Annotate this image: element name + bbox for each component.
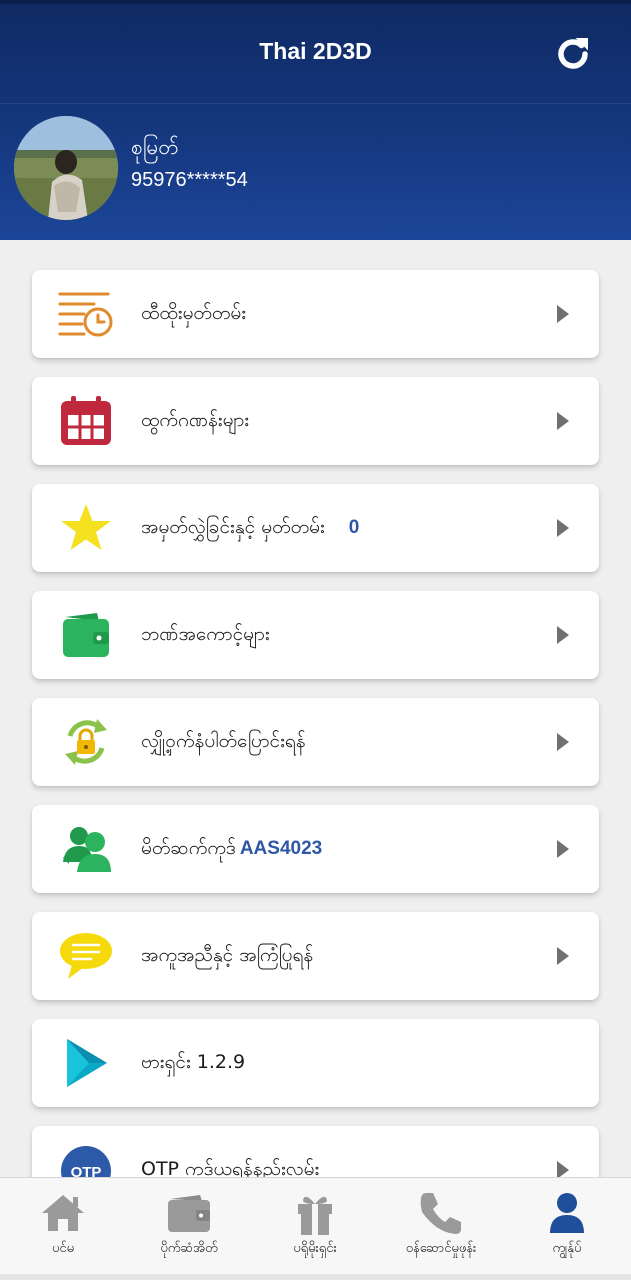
version-label: ဗားရှင်း 1.2.9 — [141, 1051, 246, 1073]
chevron-right-icon — [557, 947, 569, 965]
menu-item-label: ဘဏ်အကောင့်များ — [141, 623, 270, 645]
menu-item-label: ထီထိုးမှတ်တမ်း — [141, 302, 247, 324]
nav-service-phone[interactable]: ဝန်ဆောင်မှုဖုန်း — [378, 1178, 504, 1280]
nav-promotion[interactable]: ပရိုမိုးရှင်း — [252, 1178, 378, 1280]
nav-label: ဝန်ဆောင်မှုဖုန်း — [405, 1241, 477, 1256]
chevron-right-icon — [557, 733, 569, 751]
refresh-icon[interactable] — [552, 33, 594, 75]
app-title: Thai 2D3D — [259, 38, 372, 64]
menu-item-text: မိတ်ဆက်ကုဒ် — [141, 837, 236, 859]
home-indicator-bar — [0, 1274, 631, 1280]
users-icon — [58, 823, 114, 875]
calendar-icon — [58, 395, 114, 447]
user-name: စုမြတ် — [131, 135, 179, 159]
menu-item-label: အမှတ်လွှဲခြင်းနှင့် မှတ်တမ်း 0 — [141, 515, 359, 543]
wallet-icon — [58, 609, 114, 661]
nav-label: ပင်မ — [51, 1241, 75, 1256]
menu-item-version[interactable]: ဗားရှင်း 1.2.9 — [32, 1019, 599, 1107]
star-icon — [58, 502, 114, 554]
nav-wallet[interactable]: ပိုက်ဆံအိတ် — [126, 1178, 252, 1280]
menu-item-point-transfer[interactable]: အမှတ်လွှဲခြင်းနှင့် မှတ်တမ်း 0 — [32, 484, 599, 572]
user-phone: 95976*****54 — [131, 169, 248, 191]
menu-item-help-feedback[interactable]: အကူအညီနှင့် အကြံပြုရန် — [32, 912, 599, 1000]
chevron-right-icon — [557, 412, 569, 430]
user-icon — [542, 1190, 592, 1236]
chat-icon — [58, 930, 114, 982]
menu-item-referral-code[interactable]: မိတ်ဆက်ကုဒ် AAS4023 — [32, 805, 599, 893]
menu-item-label: ထွက်ဂဏန်းများ — [141, 409, 250, 431]
nav-home[interactable]: ပင်မ — [0, 1178, 126, 1280]
menu-item-change-password[interactable]: လျှို့ဝှက်နံပါတ်ပြောင်းရန် — [32, 698, 599, 786]
nav-label: ပိုက်ဆံအိတ် — [160, 1241, 218, 1256]
bottom-navigation: ပင်မ ပိုက်ဆံအိတ် ပရိုမိုးရှင်း ဝန်ဆောင်မ… — [0, 1177, 631, 1280]
status-strip — [0, 0, 631, 4]
chevron-right-icon — [557, 305, 569, 323]
menu-item-label: အကူအညီနှင့် အကြံပြုရန် — [141, 944, 314, 966]
lock-refresh-icon — [58, 716, 114, 768]
point-count-badge: 0 — [348, 517, 360, 538]
menu-item-results[interactable]: ထွက်ဂဏန်းများ — [32, 377, 599, 465]
menu-item-label: မိတ်ဆက်ကုဒ် AAS4023 — [141, 836, 322, 864]
referral-code: AAS4023 — [239, 838, 323, 859]
chevron-right-icon — [557, 519, 569, 537]
chevron-right-icon — [557, 840, 569, 858]
menu-item-text: အမှတ်လွှဲခြင်းနှင့် မှတ်တမ်း — [141, 516, 325, 538]
menu-item-bank-accounts[interactable]: ဘဏ်အကောင့်များ — [32, 591, 599, 679]
avatar[interactable] — [14, 116, 118, 220]
gift-icon — [290, 1190, 340, 1236]
nav-label: ပရိုမိုးရှင်း — [293, 1241, 337, 1256]
menu-item-bet-history[interactable]: ထီထိုးမှတ်တမ်း — [32, 270, 599, 358]
nav-profile[interactable]: ကျွန်ုပ် — [504, 1178, 630, 1280]
header-divider — [0, 103, 631, 104]
phone-icon — [416, 1190, 466, 1236]
clock-list-icon — [58, 288, 114, 340]
chevron-right-icon — [557, 626, 569, 644]
play-icon — [58, 1037, 114, 1089]
menu-item-label: လျှို့ဝှက်နံပါတ်ပြောင်းရန် — [141, 730, 306, 752]
home-icon — [38, 1190, 88, 1236]
app-header: Thai 2D3D စုမြတ် 95976*****54 — [0, 0, 631, 240]
wallet-icon — [164, 1190, 214, 1236]
nav-label: ကျွန်ုပ် — [552, 1241, 582, 1256]
